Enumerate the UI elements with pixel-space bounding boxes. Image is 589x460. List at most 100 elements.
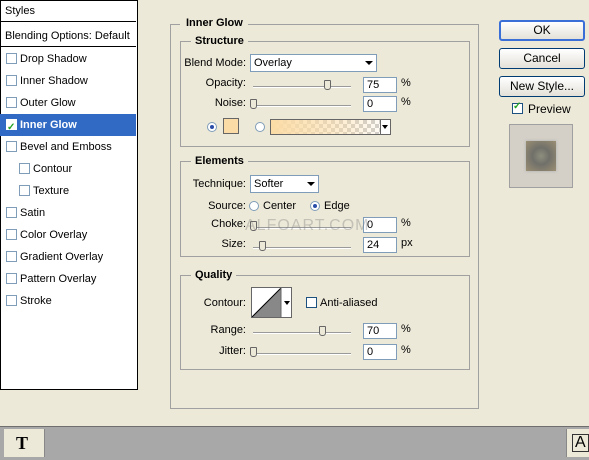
ok-button[interactable]: OK	[499, 20, 585, 41]
contour-picker[interactable]	[251, 287, 292, 318]
style-item-label: Pattern Overlay	[20, 273, 97, 285]
jitter-slider-thumb[interactable]	[250, 347, 257, 357]
noise-unit: %	[401, 96, 411, 108]
style-item-bevel-and-emboss[interactable]: Bevel and Emboss	[0, 136, 136, 158]
preview-checkbox[interactable]	[512, 101, 523, 114]
structure-title: Structure	[191, 35, 248, 47]
jitter-slider-track[interactable]	[253, 353, 351, 355]
size-unit: px	[401, 237, 413, 249]
style-checkbox[interactable]	[6, 75, 17, 86]
noise-slider-track[interactable]	[253, 105, 351, 107]
style-item-drop-shadow[interactable]: Drop Shadow	[0, 48, 136, 70]
noise-slider-thumb[interactable]	[250, 99, 257, 109]
style-item-label: Gradient Overlay	[20, 251, 104, 263]
chevron-down-icon	[307, 182, 315, 186]
style-item-color-overlay[interactable]: Color Overlay	[0, 224, 136, 246]
anti-aliased-label[interactable]: Anti-aliased	[320, 297, 377, 309]
elements-title: Elements	[191, 155, 248, 167]
type-tool-area: T	[4, 429, 45, 457]
style-item-label: Contour	[33, 163, 73, 175]
range-slider-thumb[interactable]	[319, 326, 326, 336]
style-item-label: Stroke	[20, 295, 52, 307]
noise-label: Noise:	[214, 97, 246, 109]
jitter-unit: %	[401, 344, 411, 356]
section-title: Inner Glow	[186, 17, 243, 29]
style-item-inner-shadow[interactable]: Inner Shadow	[0, 70, 136, 92]
opacity-input[interactable]: 75	[363, 77, 397, 93]
size-slider-track[interactable]	[253, 247, 351, 249]
technique-label: Technique:	[192, 178, 246, 190]
opacity-slider-track[interactable]	[253, 86, 351, 88]
source-center-label[interactable]: Center	[263, 200, 296, 212]
frame-bottom-border	[170, 408, 479, 409]
preview-label[interactable]: Preview	[528, 102, 571, 116]
blending-options-item[interactable]: Blending Options: Default	[0, 25, 136, 47]
jitter-label: Jitter:	[219, 345, 246, 357]
character-panel-icon[interactable]: A	[572, 434, 589, 452]
style-item-label: Inner Glow	[20, 119, 77, 131]
opacity-label: Opacity:	[205, 77, 246, 89]
style-item-contour[interactable]: Contour	[0, 158, 136, 180]
style-checkbox[interactable]	[6, 53, 17, 64]
new-style-button[interactable]: New Style...	[499, 76, 585, 97]
style-preview-box	[509, 124, 573, 188]
style-checkbox[interactable]	[19, 185, 30, 196]
right-tool-area: A	[566, 429, 589, 457]
style-item-stroke[interactable]: Stroke	[0, 290, 136, 312]
gradient-dropdown-button[interactable]	[380, 120, 390, 134]
blend-mode-label: Blend Mode:	[184, 57, 246, 69]
type-tool-icon[interactable]: T	[16, 433, 28, 454]
style-checkbox[interactable]	[6, 273, 17, 284]
range-slider-track[interactable]	[253, 332, 351, 334]
style-checkbox[interactable]	[6, 97, 17, 108]
opacity-slider-thumb[interactable]	[324, 80, 331, 90]
section-divider-left	[170, 24, 180, 25]
cancel-button[interactable]: Cancel	[499, 48, 585, 69]
glow-color-swatch[interactable]	[223, 118, 239, 134]
styles-list-panel: Styles Blending Options: Default Drop Sh…	[0, 0, 138, 390]
chevron-down-icon	[365, 61, 373, 65]
style-item-label: Outer Glow	[20, 97, 76, 109]
style-item-label: Texture	[33, 185, 70, 197]
style-item-texture[interactable]: Texture	[0, 180, 136, 202]
chevron-down-icon	[284, 301, 290, 305]
style-checkbox[interactable]	[19, 163, 30, 174]
jitter-input[interactable]: 0	[363, 344, 397, 360]
range-unit: %	[401, 323, 411, 335]
blend-mode-select[interactable]: Overlay	[250, 54, 377, 72]
style-checkbox[interactable]	[6, 141, 17, 152]
size-input[interactable]: 24	[363, 237, 397, 253]
frame-left-border	[170, 24, 171, 409]
styles-header[interactable]: Styles	[0, 0, 136, 22]
range-label: Range:	[210, 324, 246, 336]
source-edge-label[interactable]: Edge	[324, 200, 350, 212]
quality-title: Quality	[191, 269, 237, 281]
style-checkbox[interactable]	[6, 251, 17, 262]
range-input[interactable]: 70	[363, 323, 397, 339]
chevron-down-icon	[382, 125, 388, 129]
style-item-outer-glow[interactable]: Outer Glow	[0, 92, 136, 114]
anti-aliased-checkbox[interactable]	[306, 297, 317, 308]
section-title-divider	[248, 24, 478, 25]
style-item-pattern-overlay[interactable]: Pattern Overlay	[0, 268, 136, 290]
opacity-unit: %	[401, 77, 411, 89]
size-slider-thumb[interactable]	[259, 241, 266, 251]
noise-input[interactable]: 0	[363, 96, 397, 112]
technique-value: Softer	[254, 178, 284, 190]
source-edge-radio[interactable]	[310, 201, 320, 211]
solid-color-radio[interactable]	[207, 122, 217, 132]
frame-right-border	[478, 24, 479, 409]
style-item-gradient-overlay[interactable]: Gradient Overlay	[0, 246, 136, 268]
style-checkbox[interactable]	[6, 207, 17, 218]
technique-select[interactable]: Softer	[250, 175, 319, 193]
watermark: ALFOART.COM	[245, 217, 370, 234]
gradient-picker[interactable]	[270, 119, 391, 135]
style-checkbox[interactable]	[6, 117, 17, 139]
style-item-label: Bevel and Emboss	[20, 141, 112, 153]
style-checkbox[interactable]	[6, 229, 17, 240]
source-center-radio[interactable]	[249, 201, 259, 211]
gradient-radio[interactable]	[255, 122, 265, 132]
style-item-inner-glow[interactable]: Inner Glow	[0, 114, 136, 139]
style-item-satin[interactable]: Satin	[0, 202, 136, 224]
style-checkbox[interactable]	[6, 295, 17, 306]
